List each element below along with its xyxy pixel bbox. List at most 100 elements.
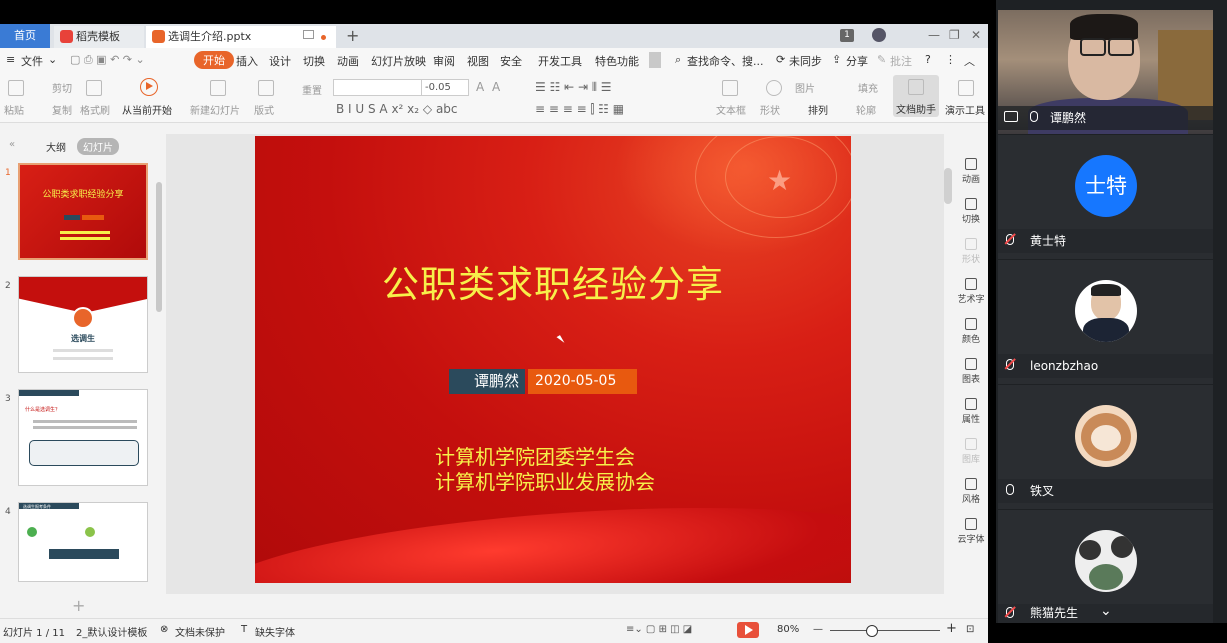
- tool-animation[interactable]: 动画: [954, 158, 988, 185]
- format-painter-button[interactable]: 格式刷: [80, 102, 110, 117]
- menu-special-features[interactable]: 特色功能: [595, 53, 639, 69]
- font-name-field[interactable]: [333, 79, 423, 96]
- participant-tile-3[interactable]: leonzbzhao: [998, 260, 1213, 384]
- fill-button[interactable]: 填充: [858, 80, 878, 95]
- close-icon[interactable]: ✕: [971, 28, 981, 42]
- zoom-out-icon[interactable]: —: [813, 624, 823, 635]
- canvas-scrollbar[interactable]: [944, 168, 952, 204]
- help-icon[interactable]: ?: [925, 53, 931, 66]
- missing-font-button[interactable]: 缺失字体: [255, 624, 295, 639]
- share-button[interactable]: 分享: [846, 53, 868, 69]
- slide-1[interactable]: ★ 公职类求职经验分享 谭鹏然 2020-05-05 计算机学院团委学生会 计算…: [255, 136, 851, 583]
- new-tab-plus-icon[interactable]: +: [346, 26, 359, 45]
- collapse-panel-icon[interactable]: «: [3, 138, 21, 151]
- window-count-badge[interactable]: 1: [840, 29, 854, 42]
- collapse-ribbon-icon[interactable]: ︿: [964, 53, 975, 69]
- zoom-in-icon[interactable]: +: [946, 621, 957, 636]
- font-grow-icon[interactable]: A: [476, 80, 484, 94]
- template-name[interactable]: 2_默认设计模板: [76, 624, 147, 639]
- slide-org-2[interactable]: 计算机学院职业发展协会: [435, 466, 655, 495]
- menu-overflow[interactable]: [649, 52, 661, 68]
- from-current-button[interactable]: 从当前开始: [122, 102, 172, 117]
- slide-thumbnail-3[interactable]: 什么是选调生？: [18, 389, 148, 486]
- menu-dev-tools[interactable]: 开发工具: [538, 53, 582, 69]
- paragraph-icons[interactable]: ☰ ☷ ⇤ ⇥ ⫴ ☰: [535, 80, 612, 95]
- presenter-tools-button[interactable]: 演示工具: [945, 102, 985, 117]
- zoom-slider-handle[interactable]: [866, 625, 878, 637]
- menu-start[interactable]: 开始: [194, 51, 234, 69]
- comment-button[interactable]: 批注: [890, 53, 912, 69]
- arrange-button[interactable]: 排列: [808, 102, 828, 117]
- slide-thumbnail-2[interactable]: 选调生: [18, 276, 148, 373]
- slide-canvas[interactable]: ★ 公职类求职经验分享 谭鹏然 2020-05-05 计算机学院团委学生会 计算…: [166, 134, 944, 594]
- tab-outline[interactable]: 大纲: [40, 138, 72, 155]
- tool-chart[interactable]: 图表: [954, 358, 988, 385]
- zoom-level[interactable]: 80%: [777, 624, 799, 635]
- text-box-icon[interactable]: [722, 80, 738, 96]
- add-slide-plus-icon[interactable]: +: [72, 596, 85, 615]
- tool-shape[interactable]: 形状: [954, 238, 988, 265]
- menu-design[interactable]: 设计: [269, 53, 291, 69]
- tool-gallery[interactable]: 图库: [954, 438, 988, 465]
- tool-cloud-font[interactable]: 云字体: [954, 518, 988, 545]
- tool-style[interactable]: 风格: [954, 478, 988, 505]
- protect-status[interactable]: 文档未保护: [175, 624, 225, 639]
- align-icons[interactable]: ≡ ≡ ≡ ≡ ⫿ ☷ ▦: [535, 102, 624, 117]
- minimize-icon[interactable]: —: [928, 28, 940, 42]
- slide-date[interactable]: 2020-05-05: [528, 369, 637, 394]
- sync-status[interactable]: 未同步: [789, 53, 822, 69]
- thumbnail-scrollbar[interactable]: [156, 182, 162, 312]
- cut-button[interactable]: 剪切: [52, 80, 72, 95]
- slideshow-play-button[interactable]: [737, 622, 759, 638]
- shape-icon[interactable]: [766, 80, 782, 96]
- slide-thumbnail-4[interactable]: 选调生报考条件: [18, 502, 148, 582]
- command-search[interactable]: 查找命令、搜...: [687, 53, 764, 69]
- monitor-icon[interactable]: [303, 30, 314, 39]
- text-box-button[interactable]: 文本框: [716, 102, 746, 117]
- font-size-field[interactable]: -0.05: [421, 79, 469, 96]
- picture-button[interactable]: 图片: [795, 80, 815, 95]
- layout-icon[interactable]: [258, 80, 274, 96]
- new-slide-button[interactable]: 新建幻灯片: [190, 102, 240, 117]
- fit-window-icon[interactable]: ⊡: [966, 624, 974, 635]
- tab-slides[interactable]: 幻灯片: [77, 138, 119, 155]
- menu-review[interactable]: 审阅: [433, 53, 455, 69]
- slide-title[interactable]: 公职类求职经验分享: [255, 254, 851, 308]
- text-format-icons[interactable]: B I U S A x² x₂ ◇ abc: [336, 102, 458, 116]
- tool-property[interactable]: 属性: [954, 398, 988, 425]
- slide-thumbnail-1[interactable]: 公职类求职经验分享: [18, 163, 148, 260]
- format-painter-icon[interactable]: [86, 80, 102, 96]
- chevron-down-icon[interactable]: ⌄: [1100, 603, 1112, 619]
- search-icon[interactable]: ⌕: [675, 53, 681, 67]
- quick-access-icons[interactable]: ▢ ⎙ ▣ ↶ ↷ ⌄: [70, 53, 145, 67]
- menu-hamburger-icon[interactable]: ≡: [6, 53, 15, 66]
- reset-button[interactable]: 重置: [302, 82, 322, 97]
- paste-button[interactable]: 粘贴: [4, 102, 24, 117]
- user-avatar-icon[interactable]: [872, 28, 886, 42]
- new-slide-icon[interactable]: [210, 80, 226, 96]
- chevron-down-icon[interactable]: ⌄: [48, 53, 57, 66]
- tool-transition[interactable]: 切换: [954, 198, 988, 225]
- play-from-current-icon[interactable]: [140, 78, 158, 96]
- share-icon[interactable]: ⇪: [832, 53, 841, 66]
- zoom-slider-track[interactable]: [830, 630, 940, 631]
- more-icon[interactable]: ⋮: [945, 53, 956, 66]
- menu-animation[interactable]: 动画: [337, 53, 359, 69]
- tool-color[interactable]: 颜色: [954, 318, 988, 345]
- tab-pptx-document[interactable]: 选调生介绍.pptx: [146, 26, 336, 48]
- tab-home[interactable]: 首页: [0, 24, 50, 48]
- slide-presenter-name[interactable]: 谭鹏然: [449, 369, 525, 394]
- participant-tile-1[interactable]: 谭鹏然: [998, 10, 1213, 134]
- tool-wordart[interactable]: 艺术字: [954, 278, 988, 305]
- font-shrink-icon[interactable]: A: [492, 80, 500, 94]
- participant-tile-4[interactable]: 铁叉: [998, 385, 1213, 509]
- menu-slideshow[interactable]: 幻灯片放映: [371, 53, 426, 69]
- menu-insert[interactable]: 插入: [236, 53, 258, 69]
- presenter-tools-icon[interactable]: [958, 80, 974, 96]
- layout-button[interactable]: 版式: [254, 102, 274, 117]
- restore-icon[interactable]: ❐: [949, 28, 960, 42]
- menu-view[interactable]: 视图: [467, 53, 489, 69]
- doc-assistant-button[interactable]: 文档助手: [893, 75, 939, 117]
- outline-button[interactable]: 轮廓: [856, 102, 876, 117]
- sync-icon[interactable]: ⟳: [776, 53, 785, 66]
